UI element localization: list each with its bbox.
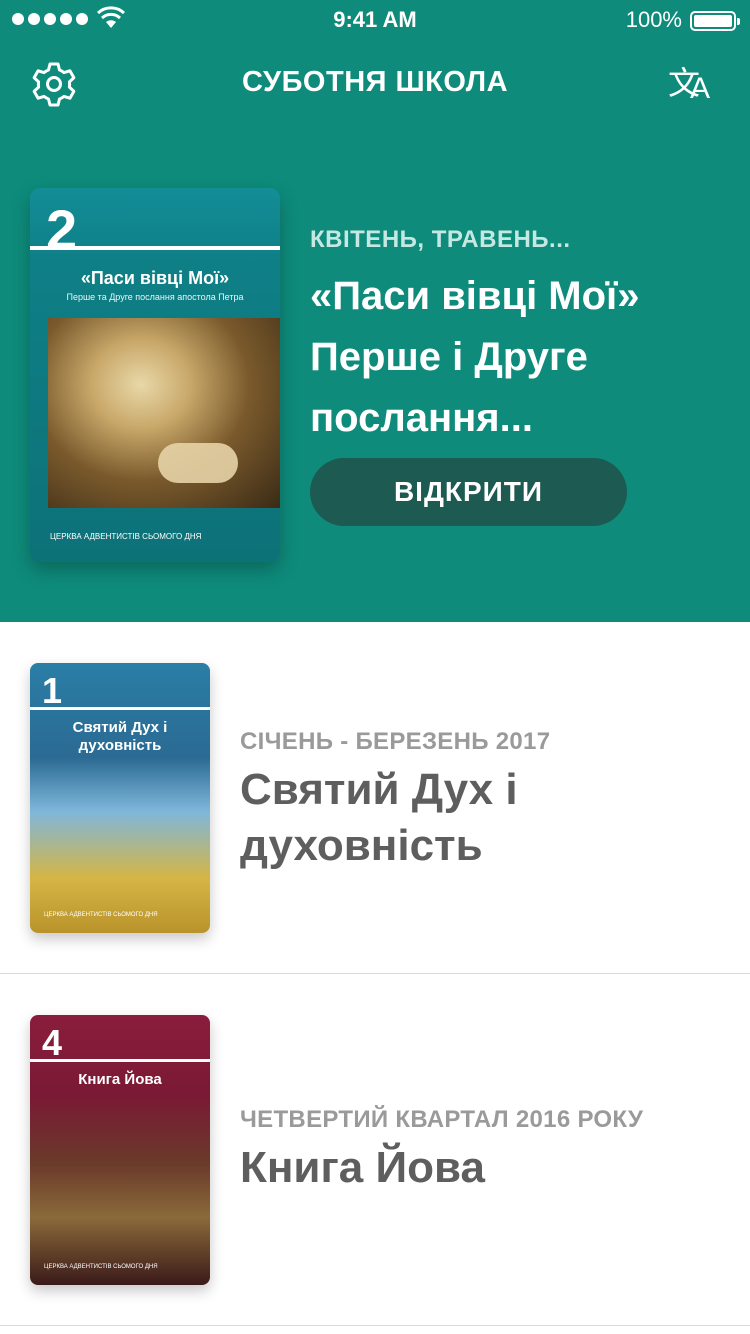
translate-icon[interactable]: 文 A	[668, 60, 720, 108]
open-button[interactable]: ВІДКРИТИ	[310, 458, 627, 526]
cover-subtitle: Перше та Друге послання апостола Петра	[66, 292, 244, 302]
list-item[interactable]: 4 Книга Йова ЦЕРКВА АДВЕНТИСТІВ СЬОМОГО …	[0, 974, 750, 1326]
cover-band	[30, 1059, 210, 1062]
cover-title: Святий Дух і духовність	[72, 719, 168, 754]
cover-title: Книга Йова	[78, 1071, 162, 1088]
featured-period: КВІТЕНЬ, ТРАВЕНЬ...	[310, 226, 571, 253]
cover-footer: ЦЕРКВА АДВЕНТИСТІВ СЬОМОГО ДНЯ	[44, 1263, 158, 1270]
status-bar: 9:41 AM 100%	[0, 0, 750, 40]
quarterly-title: Святий Дух і духовність	[240, 765, 518, 870]
featured-cover[interactable]: 2 «Паси вівці Мої» Перше та Друге послан…	[30, 188, 280, 562]
quarterly-period: ЧЕТВЕРТИЙ КВАРТАЛ 2016 РОКУ	[240, 1106, 644, 1133]
list-item[interactable]: 1 Святий Дух і духовність ЦЕРКВА АДВЕНТИ…	[0, 622, 750, 974]
cover-quarter-number: 1	[42, 670, 63, 711]
cover-band	[30, 707, 210, 710]
featured-section: 9:41 AM 100% СУБОТНЯ ШКОЛА 文 A 2 «Паси в…	[0, 0, 750, 622]
quarterly-cover: 4 Книга Йова ЦЕРКВА АДВЕНТИСТІВ СЬОМОГО …	[30, 1015, 210, 1285]
cover-quarter-number: 4	[42, 1022, 63, 1063]
cover-footer: ЦЕРКВА АДВЕНТИСТІВ СЬОМОГО ДНЯ	[50, 532, 202, 542]
battery-percent: 100%	[625, 7, 682, 32]
page-title: СУБОТНЯ ШКОЛА	[241, 66, 509, 98]
cover-title: «Паси вівці Мої»	[80, 268, 230, 288]
quarterly-period: СІЧЕНЬ - БЕРЕЗЕНЬ 2017	[240, 728, 551, 755]
featured-title: «Паси вівці Мої» Перше і Друге послання.…	[310, 274, 640, 440]
quarterly-cover: 1 Святий Дух і духовність ЦЕРКВА АДВЕНТИ…	[30, 663, 210, 933]
cover-illustration	[48, 318, 280, 508]
cover-footer: ЦЕРКВА АДВЕНТИСТІВ СЬОМОГО ДНЯ	[44, 911, 158, 918]
battery-icon	[690, 11, 740, 31]
cover-band	[30, 246, 280, 250]
quarterly-title: Книга Йова	[240, 1143, 485, 1192]
